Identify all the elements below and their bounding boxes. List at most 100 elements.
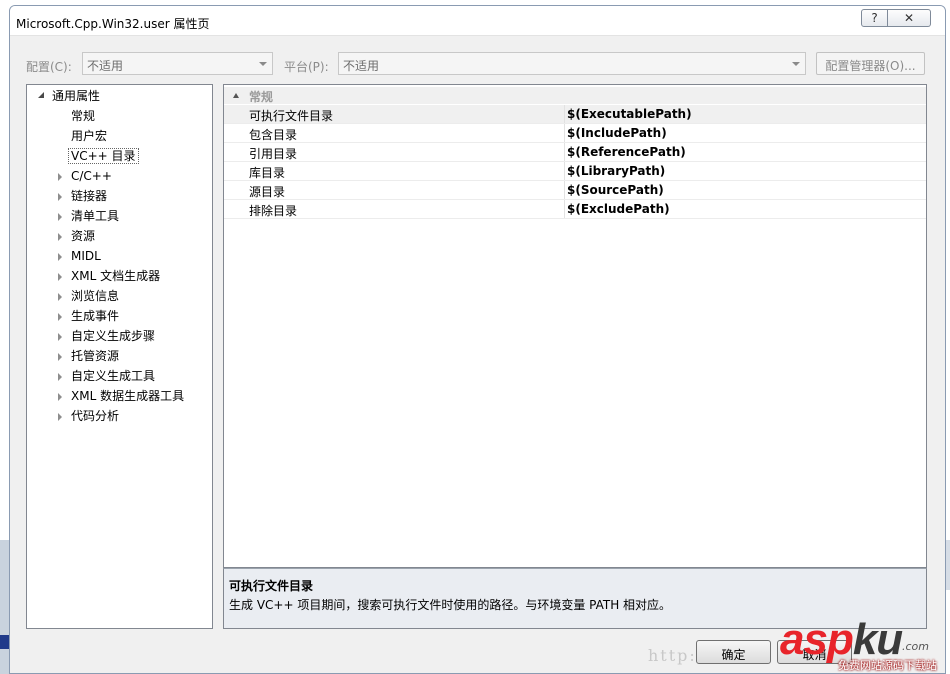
expand-arrow-icon[interactable]	[58, 233, 62, 241]
property-name: 可执行文件目录	[249, 109, 334, 123]
tree-item[interactable]: 生成事件	[58, 307, 120, 327]
chevron-down-icon	[259, 62, 267, 66]
tree-item-label: 常规	[71, 109, 96, 123]
close-icon: ✕	[903, 11, 915, 25]
expand-arrow-icon[interactable]	[58, 413, 62, 421]
property-name: 库目录	[249, 166, 286, 180]
tree-item[interactable]: XML 文档生成器	[58, 267, 161, 287]
background-window-edge-right	[946, 540, 950, 590]
property-value[interactable]: $(LibraryPath)	[567, 164, 665, 178]
config-label: 配置(C):	[26, 60, 72, 74]
collapse-icon	[38, 92, 44, 98]
property-value[interactable]: $(ExecutablePath)	[567, 107, 692, 121]
tree-item[interactable]: 用户宏	[71, 127, 107, 147]
close-button[interactable]: ✕	[888, 9, 931, 27]
tree-root-common-properties[interactable]: 通用属性	[38, 87, 101, 107]
help-icon: ?	[871, 11, 878, 25]
category-label: 常规	[249, 90, 274, 104]
tree-item[interactable]: 浏览信息	[58, 287, 120, 307]
tree-item[interactable]: 托管资源	[58, 347, 120, 367]
tree-item-label: 生成事件	[71, 309, 120, 323]
collapse-icon	[233, 93, 239, 98]
column-divider	[564, 162, 565, 180]
tree-item[interactable]: 代码分析	[58, 407, 120, 427]
tree-item-label: 自定义生成步骤	[71, 329, 156, 343]
tree-item[interactable]: 链接器	[58, 187, 108, 207]
watermark-domain: .com	[902, 640, 929, 653]
property-row[interactable]: 可执行文件目录 $(ExecutablePath)	[224, 105, 926, 124]
expand-arrow-icon[interactable]	[58, 393, 62, 401]
tree-root-label: 通用属性	[52, 89, 101, 103]
property-tree[interactable]: 通用属性 常规用户宏 VC++ 目录 C/C++ 链接器清单工具资源 MIDL XML 文…	[26, 84, 213, 629]
description-title: 可执行文件目录	[229, 579, 314, 593]
tree-item[interactable]: 自定义生成步骤	[58, 327, 156, 347]
tree-item[interactable]: MIDL	[58, 247, 101, 267]
expand-arrow-icon[interactable]	[58, 213, 62, 221]
column-divider	[564, 105, 565, 123]
tree-item[interactable]: 清单工具	[58, 207, 120, 227]
property-name: 引用目录	[249, 147, 298, 161]
ok-button[interactable]: 确定	[696, 640, 771, 664]
property-row[interactable]: 排除目录 $(ExcludePath)	[224, 200, 926, 219]
expand-arrow-icon[interactable]	[58, 293, 62, 301]
expand-arrow-icon[interactable]	[58, 253, 62, 261]
expand-arrow-icon[interactable]	[58, 313, 62, 321]
expand-arrow-icon[interactable]	[58, 333, 62, 341]
platform-value: 不适用	[343, 59, 380, 73]
platform-combobox[interactable]: 不适用	[338, 52, 806, 75]
tree-item-label: 代码分析	[71, 409, 120, 423]
platform-label: 平台(P):	[284, 60, 329, 74]
property-row[interactable]: 库目录 $(LibraryPath)	[224, 162, 926, 181]
tree-item[interactable]: 常规	[71, 107, 95, 127]
tree-item-label: 浏览信息	[71, 289, 120, 303]
tree-item-label: VC++ 目录	[68, 148, 139, 164]
configuration-toolbar: 配置(C): 不适用 平台(P): 不适用 配置管理器(O)...	[10, 52, 945, 78]
property-value[interactable]: $(IncludePath)	[567, 126, 667, 140]
tree-item-label: 自定义生成工具	[71, 369, 156, 383]
tree-item-label: 用户宏	[71, 129, 108, 143]
property-pages-dialog: Microsoft.Cpp.Win32.user 属性页 ? ✕ 配置(C): …	[9, 5, 946, 674]
tree-item-label: 托管资源	[71, 349, 120, 363]
config-combobox[interactable]: 不适用	[82, 52, 273, 75]
tree-item-label: C/C++	[71, 169, 112, 183]
category-header[interactable]: 常规	[224, 87, 926, 104]
watermark-logo: aspku	[780, 615, 903, 664]
column-divider	[564, 200, 565, 218]
expand-arrow-icon[interactable]	[58, 193, 62, 201]
background-window-accent	[0, 635, 9, 649]
tree-item-label: XML 数据生成器工具	[71, 389, 185, 403]
tree-item[interactable]: VC++ 目录	[68, 147, 139, 167]
tree-item[interactable]: 自定义生成工具	[58, 367, 156, 387]
tree-item-label: 清单工具	[71, 209, 120, 223]
property-value[interactable]: $(SourcePath)	[567, 183, 664, 197]
column-divider	[564, 143, 565, 161]
column-divider	[564, 124, 565, 142]
title-bar: Microsoft.Cpp.Win32.user 属性页 ? ✕	[10, 6, 945, 36]
help-button[interactable]: ?	[861, 9, 888, 27]
expand-arrow-icon[interactable]	[58, 353, 62, 361]
property-row[interactable]: 源目录 $(SourcePath)	[224, 181, 926, 200]
property-name: 包含目录	[249, 128, 298, 142]
expand-arrow-icon[interactable]	[58, 173, 62, 181]
property-row[interactable]: 引用目录 $(ReferencePath)	[224, 143, 926, 162]
property-row[interactable]: 包含目录 $(IncludePath)	[224, 124, 926, 143]
chevron-down-icon	[792, 62, 800, 66]
background-window-edge	[0, 540, 9, 674]
property-value[interactable]: $(ExcludePath)	[567, 202, 670, 216]
column-divider	[564, 181, 565, 199]
dialog-title: Microsoft.Cpp.Win32.user 属性页	[16, 17, 210, 31]
watermark-subtitle: 免费网站源码下载站	[838, 659, 937, 672]
tree-item-label: XML 文档生成器	[71, 269, 161, 283]
tree-item-label: 资源	[71, 229, 96, 243]
tree-item[interactable]: C/C++	[58, 167, 112, 187]
expand-arrow-icon[interactable]	[58, 273, 62, 281]
tree-item-label: 链接器	[71, 189, 108, 203]
property-name: 源目录	[249, 185, 286, 199]
property-value[interactable]: $(ReferencePath)	[567, 145, 686, 159]
tree-item[interactable]: XML 数据生成器工具	[58, 387, 185, 407]
description-text: 生成 VC++ 项目期间，搜索可执行文件时使用的路径。与环境变量 PATH 相对…	[229, 598, 672, 612]
config-manager-button[interactable]: 配置管理器(O)...	[816, 52, 925, 75]
tree-item[interactable]: 资源	[58, 227, 96, 247]
expand-arrow-icon[interactable]	[58, 373, 62, 381]
property-grid: 常规 可执行文件目录 $(ExecutablePath) 包含目录 $(Include…	[223, 84, 927, 568]
